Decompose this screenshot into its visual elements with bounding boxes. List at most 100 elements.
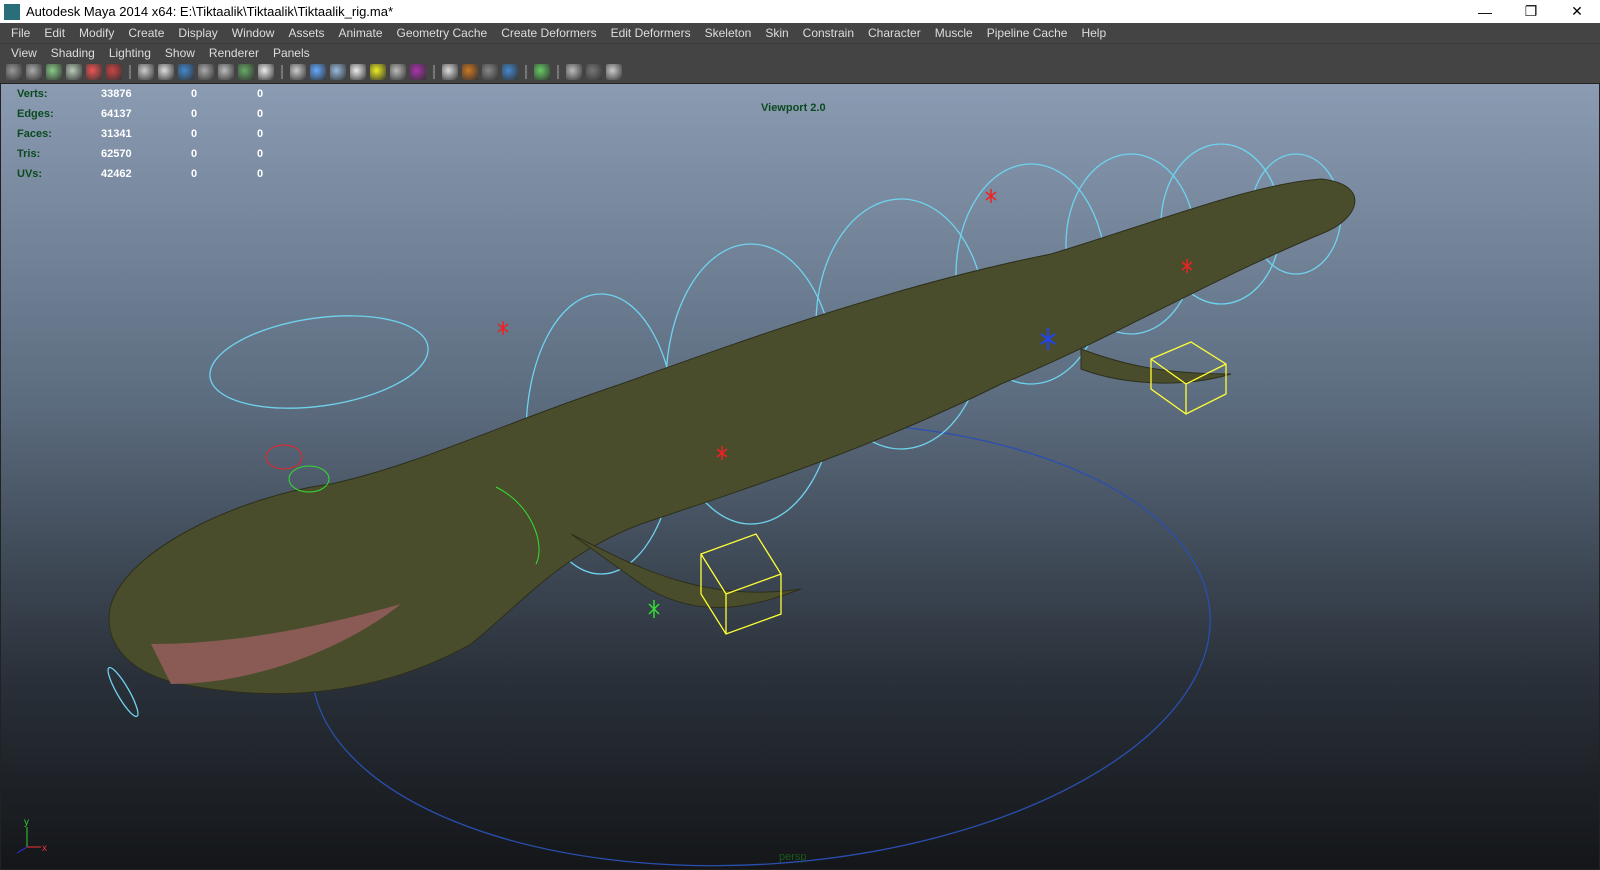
hud-label: Verts: (17, 88, 48, 100)
close-button[interactable]: ✕ (1554, 3, 1600, 20)
menu-file[interactable]: File (4, 26, 37, 40)
menu-display[interactable]: Display (171, 26, 224, 40)
eye-aim[interactable] (265, 444, 303, 470)
axis-y-label: y (24, 817, 29, 828)
hud-label: UVs: (17, 168, 43, 180)
hud-sel: 0 (191, 128, 198, 140)
menu-create-deformers[interactable]: Create Deformers (494, 26, 603, 40)
hud-label: Tris: (17, 148, 41, 160)
hud-comp: 0 (257, 148, 264, 160)
toolbar-button-16-icon[interactable] (310, 64, 326, 80)
hud-comp: 0 (257, 108, 264, 120)
panel-menu-renderer[interactable]: Renderer (202, 46, 266, 60)
panel-menu-lighting[interactable]: Lighting (102, 46, 158, 60)
viewport-renderer-label: Viewport 2.0 (761, 102, 826, 114)
toolbar-button-15-icon[interactable] (290, 64, 306, 80)
hud-sel: 0 (191, 168, 198, 180)
hud-comp: 0 (257, 88, 264, 100)
hud-sel: 0 (191, 148, 198, 160)
title-bar: Autodesk Maya 2014 x64: E:\Tiktaalik\Tik… (0, 0, 1600, 23)
toolbar-button-7-icon[interactable] (138, 64, 154, 80)
toolbar-button-32-icon[interactable] (606, 64, 622, 80)
menu-create[interactable]: Create (121, 26, 171, 40)
toolbar-button-28-icon[interactable] (534, 64, 550, 80)
menu-skin[interactable]: Skin (758, 26, 795, 40)
panel-menu-shading[interactable]: Shading (44, 46, 102, 60)
toolbar-button-1-icon[interactable] (26, 64, 42, 80)
toolbar-button-9-icon[interactable] (178, 64, 194, 80)
hud-label: Edges: (17, 108, 54, 120)
head-control[interactable] (204, 303, 434, 421)
hud-sel: 0 (191, 88, 198, 100)
viewport[interactable]: Verts: 33876 0 0 Edges: 64137 0 0 Faces: 31341 0 0 T… (0, 83, 1600, 870)
hud-comp: 0 (257, 168, 264, 180)
camera-label: persp (779, 851, 807, 863)
menu-animate[interactable]: Animate (331, 26, 389, 40)
panel-menu-show[interactable]: Show (158, 46, 202, 60)
poly-count-hud: Verts: 33876 0 0 Edges: 64137 0 0 Faces: 31341 0 0 T… (17, 84, 323, 184)
panel-menu-view[interactable]: View (4, 46, 44, 60)
menu-modify[interactable]: Modify (72, 26, 121, 40)
main-menu-bar: File Edit Modify Create Display Window Assets A… (0, 23, 1600, 43)
toolbar-button-12-icon[interactable] (238, 64, 254, 80)
jaw-control[interactable] (104, 665, 142, 719)
menu-geometry-cache[interactable]: Geometry Cache (390, 26, 495, 40)
toolbar-button-19-icon[interactable] (370, 64, 386, 80)
scene-view[interactable] (1, 84, 1600, 870)
toolbar-separator (433, 65, 435, 79)
toolbar-button-5-icon[interactable] (106, 64, 122, 80)
toolbar-button-26-icon[interactable] (502, 64, 518, 80)
menu-skeleton[interactable]: Skeleton (698, 26, 759, 40)
menu-help[interactable]: Help (1074, 26, 1113, 40)
hud-value: 62570 (101, 148, 132, 160)
menu-window[interactable]: Window (225, 26, 282, 40)
hud-value: 42462 (101, 168, 132, 180)
toolbar-button-4-icon[interactable] (86, 64, 102, 80)
axis-x-label: x (42, 843, 47, 854)
toolbar-button-20-icon[interactable] (390, 64, 406, 80)
toolbar-button-2-icon[interactable] (46, 64, 62, 80)
green-locator[interactable] (648, 600, 660, 618)
toolbar-button-30-icon[interactable] (566, 64, 582, 80)
hud-row-edges-: Edges: 64137 0 0 (17, 104, 323, 124)
toolbar-button-10-icon[interactable] (198, 64, 214, 80)
panel-menu-panels[interactable]: Panels (266, 46, 317, 60)
toolbar-button-3-icon[interactable] (66, 64, 82, 80)
toolbar-button-8-icon[interactable] (158, 64, 174, 80)
toolbar-button-25-icon[interactable] (482, 64, 498, 80)
pole-vector-1[interactable] (497, 321, 509, 335)
toolbar-button-23-icon[interactable] (442, 64, 458, 80)
hud-value: 31341 (101, 128, 132, 140)
hud-row-tris-: Tris: 62570 0 0 (17, 144, 323, 164)
toolbar-button-24-icon[interactable] (462, 64, 478, 80)
toolbar-button-21-icon[interactable] (410, 64, 426, 80)
toolbar-button-11-icon[interactable] (218, 64, 234, 80)
toolbar-button-31-icon[interactable] (586, 64, 602, 80)
toolbar-button-18-icon[interactable] (350, 64, 366, 80)
menu-edit[interactable]: Edit (37, 26, 72, 40)
hud-value: 33876 (101, 88, 132, 100)
menu-muscle[interactable]: Muscle (928, 26, 980, 40)
menu-pipeline-cache[interactable]: Pipeline Cache (980, 26, 1075, 40)
toolbar-separator (281, 65, 283, 79)
menu-constrain[interactable]: Constrain (796, 26, 861, 40)
toolbar-separator (129, 65, 131, 79)
menu-assets[interactable]: Assets (281, 26, 331, 40)
toolbar-button-13-icon[interactable] (258, 64, 274, 80)
maya-logo-icon (4, 3, 20, 20)
toolbar-button-0-icon[interactable] (6, 64, 22, 80)
toolbar-separator (557, 65, 559, 79)
tiktaalik-mesh[interactable] (108, 178, 1356, 695)
window-title: Autodesk Maya 2014 x64: E:\Tiktaalik\Tik… (26, 4, 394, 19)
panel-toolbar (0, 62, 1600, 82)
menu-edit-deformers[interactable]: Edit Deformers (604, 26, 698, 40)
maximize-button[interactable]: ❐ (1508, 3, 1554, 20)
hud-comp: 0 (257, 128, 264, 140)
minimize-button[interactable]: — (1462, 4, 1508, 20)
toolbar-button-17-icon[interactable] (330, 64, 346, 80)
pole-vector-3[interactable] (985, 189, 997, 203)
hud-label: Faces: (17, 128, 52, 140)
menu-character[interactable]: Character (861, 26, 928, 40)
front-foot-ik-box[interactable] (700, 533, 782, 635)
hud-sel: 0 (191, 108, 198, 120)
